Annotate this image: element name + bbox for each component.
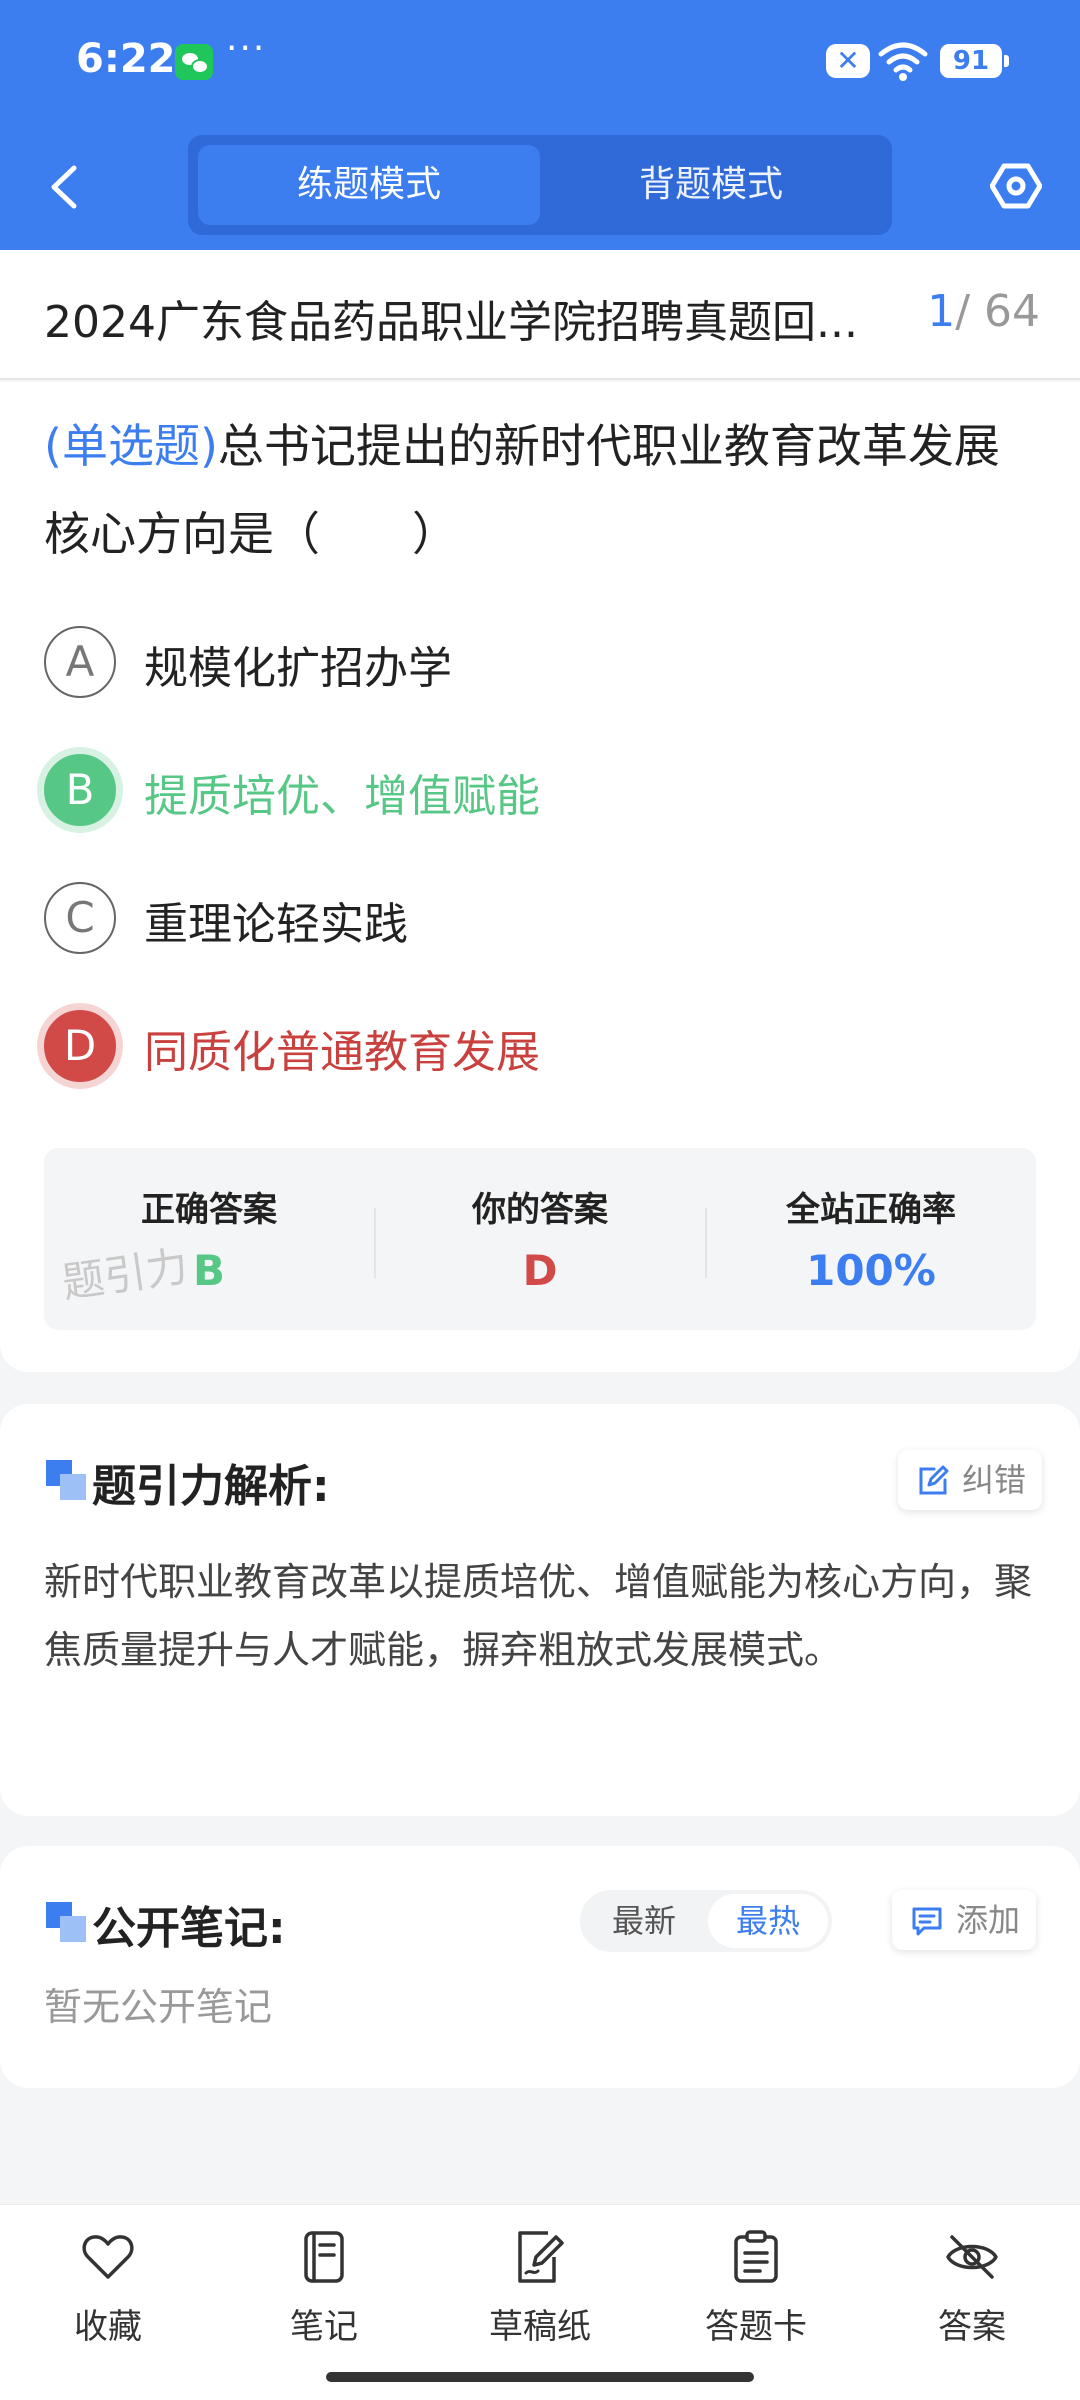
- notes-sort-toggle: 最新 最热: [580, 1890, 832, 1952]
- your-answer-stat: 你的答案 D: [375, 1148, 705, 1330]
- analysis-title: 题引力解析:: [92, 1461, 330, 1512]
- option-badge: A: [44, 626, 116, 698]
- notebook-icon: [304, 2231, 344, 2283]
- current-question-number: 1: [927, 286, 956, 337]
- paper-title: 2024广东食品药品职业学院招聘真题回...: [44, 297, 858, 348]
- option-a[interactable]: A 规模化扩招办学: [44, 622, 1024, 702]
- report-error-button[interactable]: 纠错: [898, 1450, 1043, 1510]
- section-icon: [46, 1460, 86, 1500]
- nav-label: 草稿纸: [489, 2307, 591, 2347]
- answer-stats-panel: 正确答案 B 你的答案 D 全站正确率 100%: [44, 1148, 1036, 1330]
- option-badge: B: [44, 754, 116, 826]
- analysis-text: 新时代职业教育改革以提质培优、增值赋能为核心方向，聚焦质量提升与人才赋能，摒弃粗…: [44, 1560, 1033, 1672]
- report-error-label: 纠错: [962, 1461, 1027, 1499]
- option-c[interactable]: C 重理论轻实践: [44, 878, 1024, 958]
- add-note-label: 添加: [956, 1901, 1021, 1939]
- heart-icon: [82, 2235, 134, 2279]
- option-text: 规模化扩招办学: [144, 643, 452, 694]
- correct-answer-label: 正确答案: [141, 1190, 277, 1230]
- bottom-nav: 收藏 笔记 草稿纸 答题卡 答案: [0, 2204, 1080, 2400]
- no-sim-icon: ✕: [826, 44, 870, 78]
- option-text: 同质化普通教育发展: [144, 1027, 540, 1078]
- public-notes-card: 公开笔记: 最新 最热 添加 暂无公开笔记: [0, 1846, 1080, 2088]
- analysis-card: 题引力解析: 纠错 新时代职业教育改革以提质培优、增值赋能为核心方向，聚焦质量提…: [0, 1404, 1080, 1816]
- total-questions: / 64: [955, 286, 1040, 337]
- option-b[interactable]: B 提质培优、增值赋能: [44, 750, 1024, 830]
- nav-label: 收藏: [74, 2307, 142, 2347]
- question-type: (单选题): [44, 419, 218, 473]
- nav-label: 答案: [938, 2307, 1006, 2347]
- mode-toggle: 练题模式 背题模式: [188, 135, 892, 235]
- public-notes-title: 公开笔记:: [92, 1903, 286, 1954]
- eye-off-icon: [946, 2235, 998, 2279]
- question-stem: (单选题)总书记提出的新时代职业教育改革发展核心方向是（ ）: [44, 402, 1040, 578]
- empty-notes-text: 暂无公开笔记: [44, 1985, 273, 2029]
- nav-notes[interactable]: 笔记: [244, 2229, 404, 2359]
- tab-practice-mode[interactable]: 练题模式: [198, 145, 540, 225]
- your-answer-label: 你的答案: [472, 1190, 608, 1230]
- question-card: (单选题)总书记提出的新时代职业教育改革发展核心方向是（ ） A 规模化扩招办学…: [0, 382, 1080, 1372]
- app-header: 6:22 ··· ✕ 91 练题模式 背题模式: [0, 0, 1080, 250]
- paper-title-row: 2024广东食品药品职业学院招聘真题回... 1/ 64: [0, 250, 1080, 380]
- your-answer-value: D: [522, 1246, 558, 1295]
- nav-answer-toggle[interactable]: 答案: [892, 2229, 1052, 2359]
- option-badge: C: [44, 882, 116, 954]
- answer-sheet-icon: [734, 2230, 778, 2283]
- home-indicator: [326, 2372, 754, 2382]
- nav-draft-paper[interactable]: 草稿纸: [460, 2229, 620, 2359]
- add-note-button[interactable]: 添加: [892, 1890, 1037, 1950]
- nav-favorite[interactable]: 收藏: [28, 2229, 188, 2359]
- accuracy-stat: 全站正确率 100%: [706, 1148, 1036, 1330]
- option-text: 提质培优、增值赋能: [144, 771, 540, 822]
- question-progress: 1/ 64: [927, 286, 1040, 337]
- tab-memorize-mode[interactable]: 背题模式: [540, 145, 882, 225]
- option-text: 重理论轻实践: [144, 899, 408, 950]
- sort-hot-button[interactable]: 最热: [708, 1894, 828, 1948]
- accuracy-label: 全站正确率: [786, 1190, 956, 1230]
- battery-icon: 91: [940, 44, 1009, 78]
- status-time: 6:22: [76, 36, 176, 82]
- wechat-icon: [175, 44, 213, 80]
- wifi-icon: [878, 42, 928, 81]
- draft-paper-icon: [518, 2231, 564, 2283]
- nav-label: 答题卡: [705, 2307, 807, 2347]
- more-notifications-icon: ···: [226, 28, 267, 69]
- section-icon: [46, 1902, 86, 1942]
- nav-label: 笔记: [290, 2307, 358, 2347]
- edit-icon: [919, 1465, 949, 1495]
- comment-icon: [912, 1907, 942, 1936]
- option-d[interactable]: D 同质化普通教育发展: [44, 1006, 1024, 1086]
- settings-icon[interactable]: [990, 160, 1042, 212]
- sort-latest-button[interactable]: 最新: [584, 1894, 704, 1948]
- nav-answer-sheet[interactable]: 答题卡: [676, 2229, 836, 2359]
- accuracy-value: 100%: [806, 1246, 936, 1295]
- back-icon[interactable]: [46, 164, 82, 210]
- option-badge: D: [44, 1010, 116, 1082]
